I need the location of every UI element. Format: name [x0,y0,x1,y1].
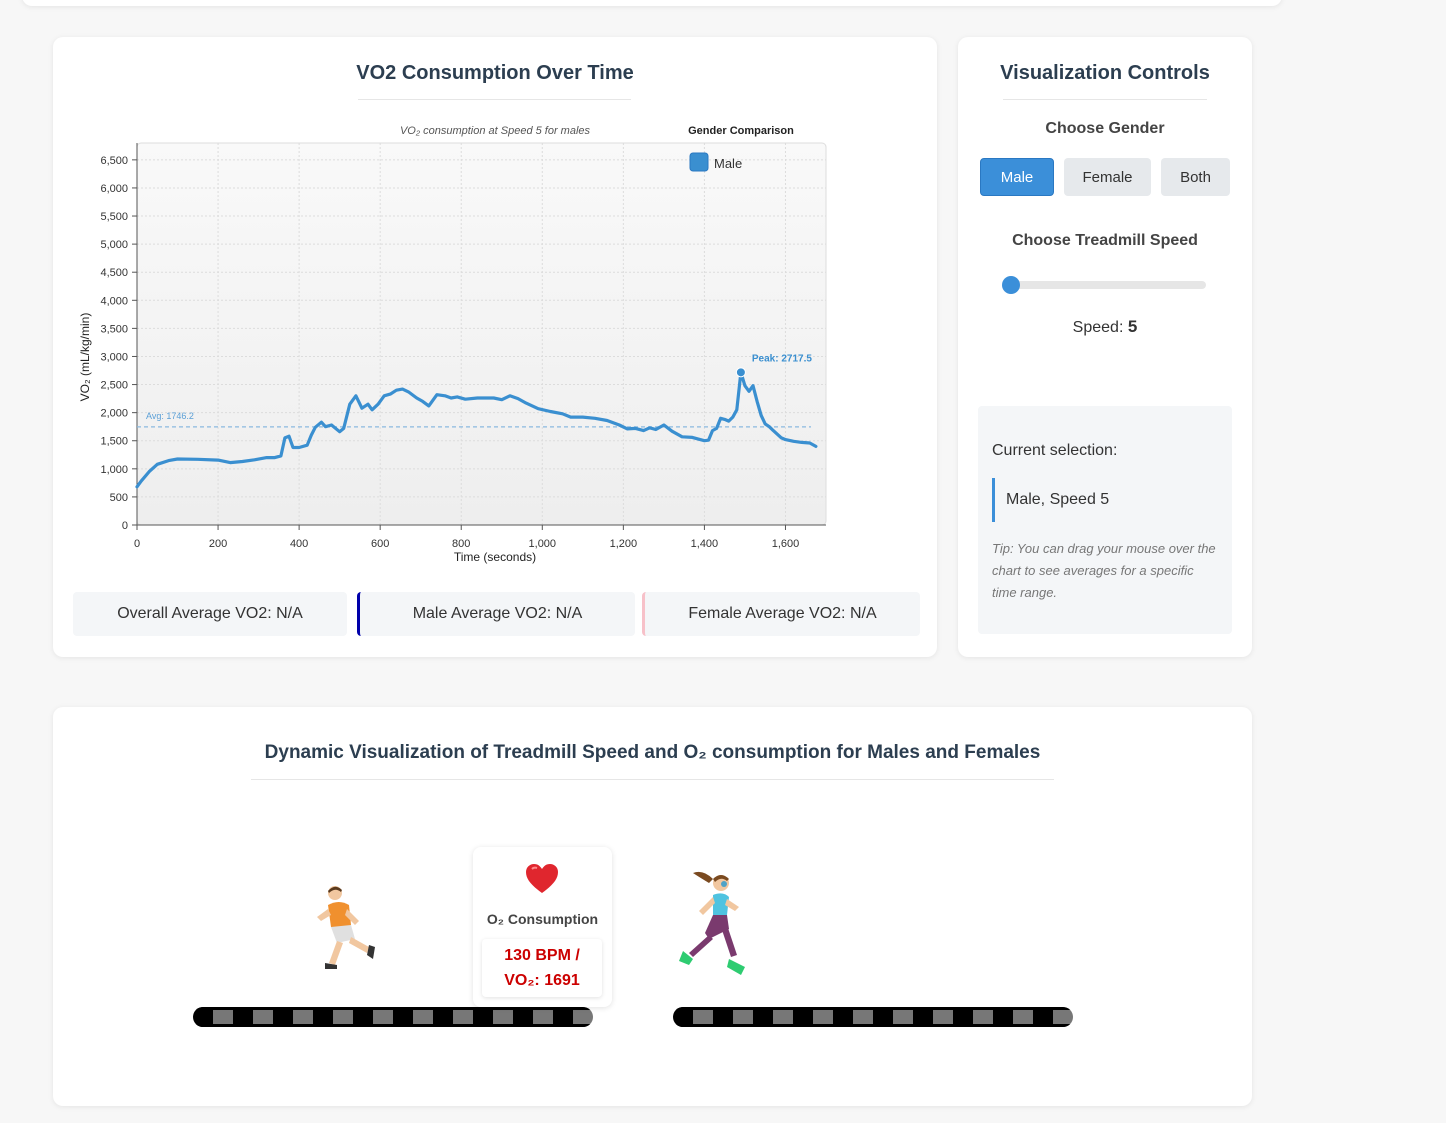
male-treadmill-belt [193,1007,593,1027]
average-label: Avg: 1746.2 [146,411,194,421]
y-tick-label: 5,000 [100,239,128,251]
o2-consumption-card: O₂ Consumption 130 BPM / VO₂: 1691 [473,847,612,1007]
vo2-line-chart[interactable]: VO₂ consumption at Speed 5 for males Gen… [53,37,937,577]
male-runner-icon [317,886,375,969]
y-tick-label: 4,000 [100,295,128,307]
gender-button-both[interactable]: Both [1161,158,1230,196]
x-tick-label: 1,400 [691,538,719,550]
x-tick-label: 1,000 [529,538,557,550]
plot-area [136,142,827,526]
animation-card: Dynamic Visualization of Treadmill Speed… [53,707,1252,1106]
speed-readout: Speed: 5 [958,317,1252,337]
top-card-edge [22,0,1282,6]
y-tick-label: 3,000 [100,351,128,363]
heart-icon [526,864,558,893]
y-tick-label: 1,000 [100,464,128,476]
y-tick-label: 6,000 [100,183,128,195]
overall-average-stat: Overall Average VO2: N/A [73,592,347,636]
animation-title: Dynamic Visualization of Treadmill Speed… [264,742,1041,763]
y-tick-label: 5,500 [100,211,128,223]
chart-subtitle: VO₂ consumption at Speed 5 for males [400,125,591,137]
heart-rate-text: 130 BPM / [504,947,580,964]
selection-panel: Current selection: Male, Speed 5 Tip: Yo… [978,406,1232,634]
female-treadmill-belt [673,1007,1073,1027]
selection-value: Male, Speed 5 [992,478,1206,522]
y-tick-label: 2,500 [100,380,128,392]
y-axis-label: VO₂ (mL/kg/min) [78,313,92,402]
female-average-stat: Female Average VO2: N/A [642,592,920,636]
y-tick-label: 3,500 [100,323,128,335]
x-tick-label: 600 [371,538,389,550]
x-tick-label: 1,600 [772,538,800,550]
x-tick-label: 200 [209,538,227,550]
male-average-stat: Male Average VO2: N/A [357,592,635,636]
x-tick-label: 1,200 [610,538,638,550]
y-tick-label: 1,500 [100,436,128,448]
y-tick-label: 500 [110,492,128,504]
title-divider [1003,99,1207,100]
speed-slider-track[interactable] [1010,281,1206,289]
x-axis-label: Time (seconds) [454,550,536,564]
peak-label: Peak: 2717.5 [752,353,812,364]
gender-button-male[interactable]: Male [980,158,1054,196]
x-tick-label: 400 [290,538,308,550]
legend-label-male[interactable]: Male [714,156,742,171]
vo2-value-text: VO₂: 1691 [504,972,580,989]
gender-button-female[interactable]: Female [1064,158,1151,196]
female-runner-icon [679,871,745,975]
x-tick-label: 800 [452,538,470,550]
chart-card: VO2 Consumption Over Time VO₂ consumptio… [53,37,937,657]
speed-prefix: Speed: [1072,319,1124,336]
controls-card: Visualization Controls Choose Gender Mal… [958,37,1252,657]
speed-slider-thumb[interactable] [1002,276,1020,294]
gender-label: Choose Gender [1045,120,1165,137]
y-tick-label: 2,000 [100,408,128,420]
peak-marker [735,367,746,378]
o2-consumption-label: O₂ Consumption [486,911,599,927]
x-tick-label: 0 [134,538,140,550]
selection-tip: Tip: You can drag your mouse over the ch… [992,541,1216,600]
y-tick-label: 0 [122,520,128,532]
title-divider [251,779,1054,780]
y-tick-label: 4,500 [100,267,128,279]
speed-label: Choose Treadmill Speed [1012,232,1198,249]
controls-title: Visualization Controls [1000,62,1210,84]
y-tick-label: 6,500 [100,155,128,167]
legend-swatch-male[interactable] [689,152,709,172]
selection-label: Current selection: [992,442,1118,459]
legend-title: Gender Comparison [688,125,794,137]
speed-value: 5 [1127,317,1138,336]
o2-consumption-value: 130 BPM / VO₂: 1691 [482,939,602,997]
